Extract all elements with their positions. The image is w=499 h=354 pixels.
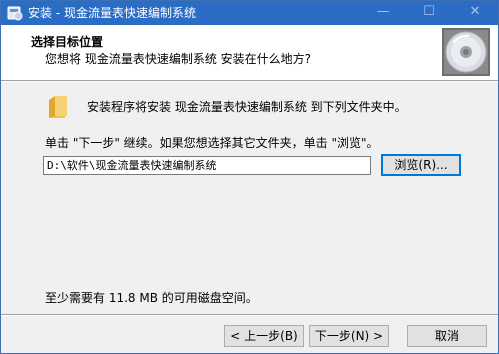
install-path-input[interactable]: D:\软件\现金流量表快速编制系统 [43,156,371,175]
installer-window: 安装 - 现金流量表快速编制系统 — ☐ ✕ 选择目标位置 您想将 现金流量表快… [0,0,499,354]
page-subtitle: 您想将 现金流量表快速编制系统 安装在什么地方? [45,52,311,66]
cancel-button[interactable]: 取消 [407,325,487,347]
title-bar[interactable]: 安装 - 现金流量表快速编制系统 — ☐ ✕ [1,1,498,25]
disk-space-text: 至少需要有 11.8 MB 的可用磁盘空间。 [45,291,258,305]
page-title: 选择目标位置 [31,35,104,49]
header-divider [1,80,498,82]
footer-divider [1,314,498,316]
wizard-header: 选择目标位置 您想将 现金流量表快速编制系统 安装在什么地方? [1,25,498,80]
minimize-button[interactable]: — [360,1,406,25]
cd-disc-icon [441,27,491,77]
install-message: 安装程序将安装 现金流量表快速编制系统 到下列文件夹中。 [87,100,407,114]
back-button[interactable]: < 上一步(B) [224,325,304,347]
installer-icon [7,5,23,21]
folder-icon [47,94,69,120]
close-button[interactable]: ✕ [452,1,498,25]
next-button[interactable]: 下一步(N) > [309,325,389,347]
browse-button[interactable]: 浏览(R)... [381,154,461,176]
instruction-text: 单击 "下一步" 继续。如果您想选择其它文件夹，单击 "浏览"。 [45,136,379,150]
maximize-button[interactable]: ☐ [406,1,452,25]
window-title: 安装 - 现金流量表快速编制系统 [28,6,196,20]
